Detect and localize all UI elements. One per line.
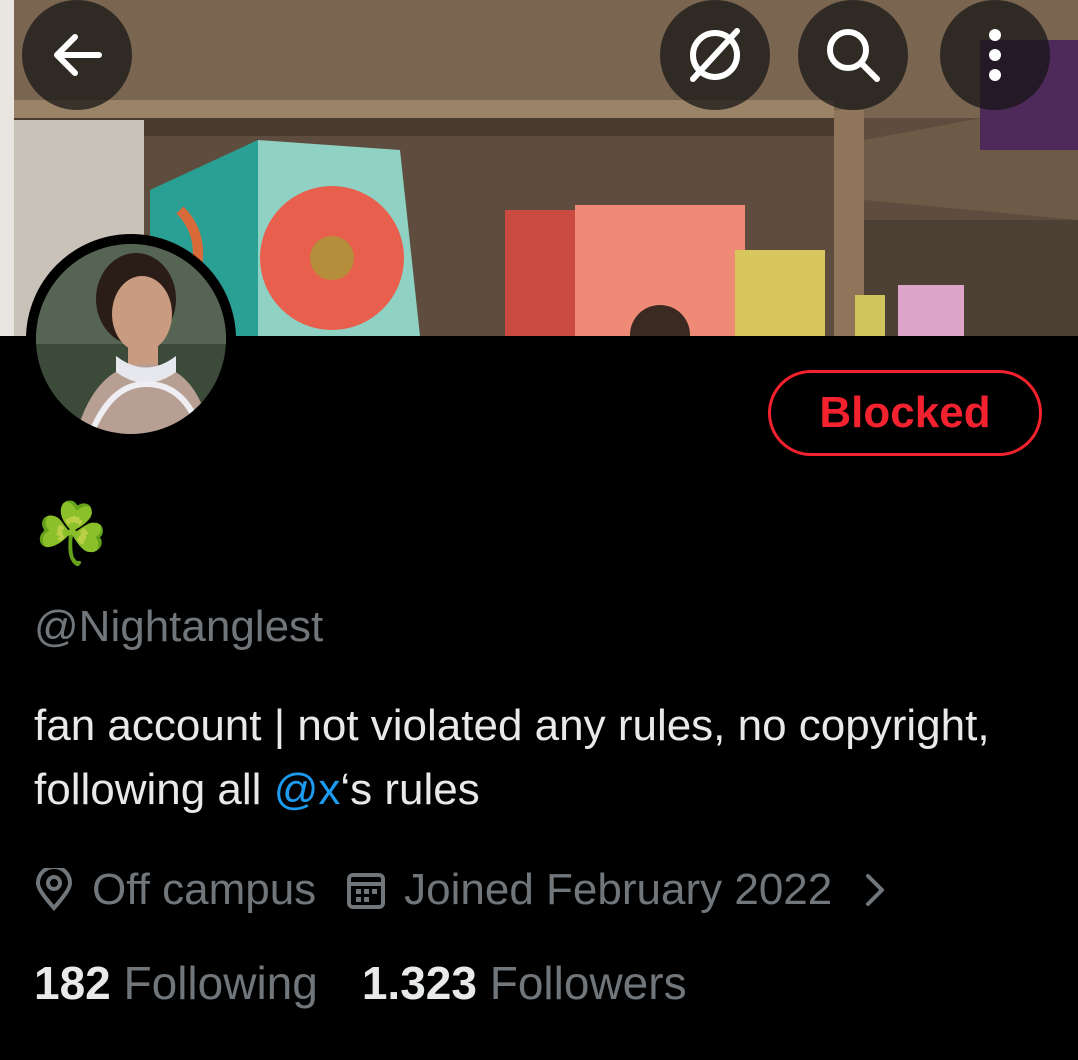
location-pin-icon <box>35 868 73 912</box>
bio-mention-link[interactable]: @x <box>274 765 341 814</box>
back-button[interactable] <box>22 0 132 110</box>
location-item: Off campus <box>34 865 316 915</box>
bio-text: fan account | not violated any rules, no… <box>34 701 990 814</box>
following-label: Following <box>123 957 318 1009</box>
more-button[interactable] <box>940 0 1050 110</box>
search-icon <box>827 29 880 82</box>
following-count: 182 <box>34 957 111 1009</box>
joined-item[interactable]: Joined February 2022 <box>346 865 890 915</box>
bio-text-end: ‘s rules <box>340 765 480 814</box>
arrow-left-icon <box>54 34 102 76</box>
followers-link[interactable]: 1.323 Followers <box>362 956 687 1010</box>
display-name: ☘️ <box>34 500 109 567</box>
followers-label: Followers <box>489 957 687 1009</box>
profile-meta: Off campus Joined February 2022 <box>34 858 920 922</box>
grok-icon <box>690 28 740 82</box>
following-link[interactable]: 182 Following <box>34 956 318 1010</box>
location-text: Off campus <box>92 865 317 914</box>
blocked-button[interactable]: Blocked <box>768 370 1042 456</box>
more-vertical-icon <box>989 29 1001 81</box>
avatar[interactable] <box>26 234 236 444</box>
avatar-image <box>36 244 226 434</box>
calendar-icon <box>347 873 386 909</box>
search-button[interactable] <box>798 0 908 110</box>
profile-stats: 182 Following 1.323 Followers <box>34 956 731 1010</box>
grok-button[interactable] <box>660 0 770 110</box>
chevron-right-icon <box>866 874 885 906</box>
followers-count: 1.323 <box>361 957 477 1009</box>
joined-text: Joined February 2022 <box>404 865 833 914</box>
profile-handle: @Nightanglest <box>34 602 324 651</box>
profile-bio: fan account | not violated any rules, no… <box>34 694 1034 822</box>
